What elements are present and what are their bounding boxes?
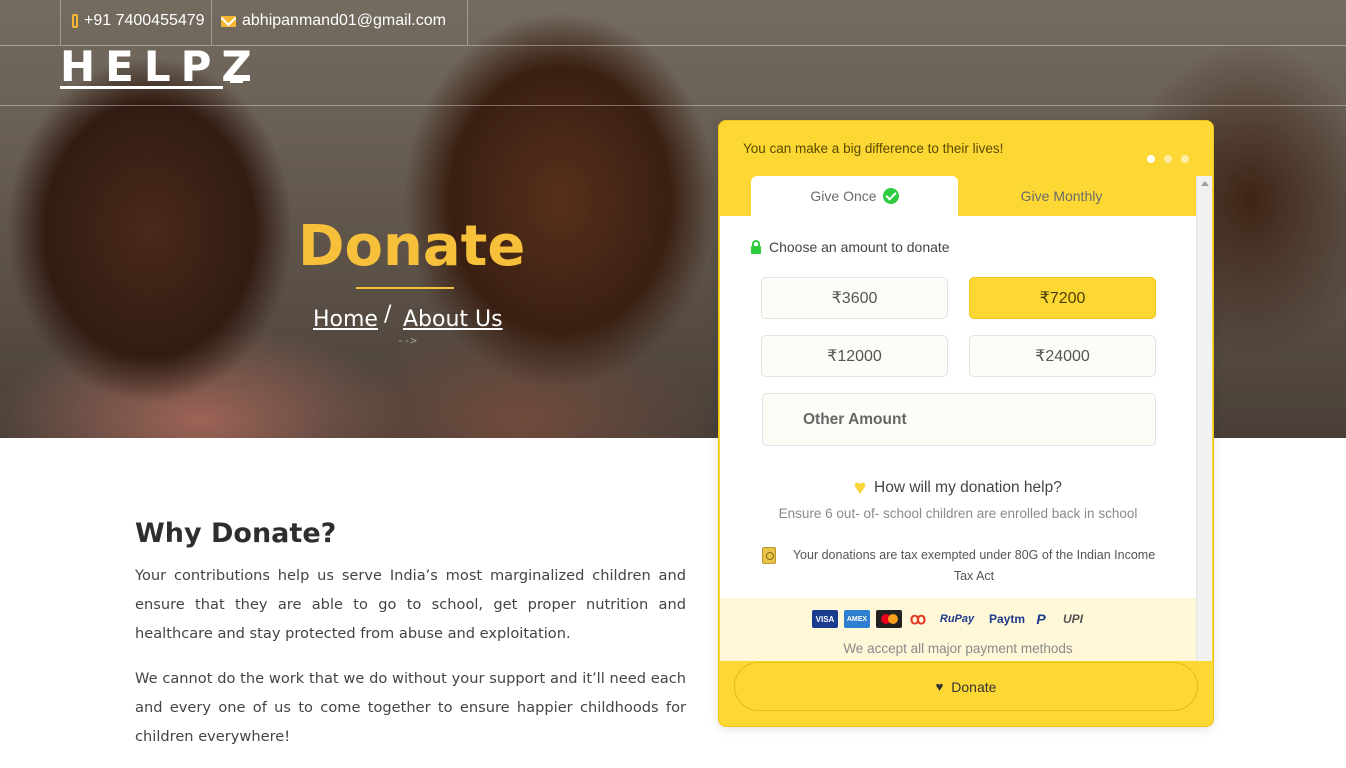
donation-form-panel: Choose an amount to donate ₹3600 ₹7200 ₹… — [720, 216, 1196, 661]
donation-help-answer: Ensure 6 out- of- school children are en… — [778, 506, 1138, 521]
other-amount-input[interactable]: Other Amount — [762, 393, 1156, 446]
amount-option-12000[interactable]: ₹12000 — [761, 335, 948, 377]
mail-icon — [221, 15, 236, 27]
tax-note-text: Your donations are tax exempted under 80… — [792, 548, 1156, 583]
tab-give-once[interactable]: Give Once — [751, 176, 958, 216]
header-divider — [0, 105, 1346, 106]
site-logo[interactable]: HELPZ — [60, 42, 262, 91]
amount-option-24000[interactable]: ₹24000 — [969, 335, 1156, 377]
payment-note: We accept all major payment methods — [843, 641, 1073, 656]
paytm-logo: Paytm — [988, 612, 1026, 626]
breadcrumb-arrow: --> — [397, 334, 417, 347]
payment-methods-strip: VISA AMEX ꝏ RuPay Paytm P UPI We accept … — [720, 598, 1196, 661]
why-donate-paragraph: Your contributions help us serve India’s… — [135, 567, 686, 642]
tab-label: Give Once — [810, 188, 877, 204]
lock-icon — [751, 239, 761, 254]
certificate-icon — [762, 547, 776, 564]
breadcrumb-home[interactable]: Home — [313, 307, 378, 332]
topbar-separator — [211, 0, 212, 45]
tab-give-monthly[interactable]: Give Monthly — [958, 176, 1165, 216]
topbar-separator — [467, 0, 468, 45]
amount-option-3600[interactable]: ₹3600 — [761, 277, 948, 319]
slide-dot[interactable] — [1181, 155, 1189, 163]
heart-icon: ♥ — [935, 679, 944, 694]
paypal-logo: P — [1036, 611, 1046, 627]
heart-icon: ♥ — [854, 477, 867, 499]
payment-logos: VISA AMEX ꝏ RuPay Paytm P UPI — [812, 610, 1092, 628]
visa-logo: VISA — [812, 610, 838, 628]
tax-exemption-note: Your donations are tax exempted under 80… — [762, 545, 1162, 587]
donation-widget: You can make a big difference to their l… — [718, 120, 1214, 727]
donate-button-label: Donate — [951, 678, 997, 695]
airtel-logo: ꝏ — [909, 611, 927, 628]
breadcrumb-about-us[interactable]: About Us — [403, 307, 503, 332]
mastercard-logo — [876, 610, 902, 628]
rupay-logo: RuPay — [939, 613, 975, 625]
why-donate-paragraph: We cannot do the work that we do without… — [135, 670, 686, 745]
donation-help-question: ♥ How will my donation help? — [720, 478, 1196, 498]
title-underline — [356, 287, 454, 289]
topbar-separator — [60, 0, 61, 45]
breadcrumb-separator: / — [384, 302, 392, 327]
slide-dot[interactable] — [1147, 155, 1155, 163]
tab-label: Give Monthly — [1020, 188, 1103, 204]
why-donate-heading: Why Donate? — [135, 518, 337, 549]
slide-dot[interactable] — [1164, 155, 1172, 163]
scroll-up-arrow-icon[interactable] — [1201, 181, 1209, 186]
choose-amount-text: Choose an amount to donate — [769, 239, 950, 255]
topbar-phone[interactable]: +91 7400455479 — [72, 12, 205, 30]
widget-heading: You can make a big difference to their l… — [743, 141, 1004, 156]
phone-icon — [72, 14, 78, 28]
email-address: abhipanmand01@gmail.com — [242, 12, 446, 29]
scrollbar[interactable] — [1196, 176, 1212, 661]
amount-option-7200[interactable]: ₹7200 — [969, 277, 1156, 319]
logo-cursor — [230, 80, 243, 83]
phone-number: +91 7400455479 — [84, 12, 205, 29]
donate-button[interactable]: ♥ Donate — [734, 662, 1198, 711]
help-question-text: How will my donation help? — [874, 479, 1062, 496]
choose-amount-label: Choose an amount to donate — [751, 239, 950, 255]
page-title: Donate — [298, 214, 526, 279]
amex-logo: AMEX — [844, 610, 870, 628]
check-circle-icon — [882, 188, 899, 204]
upi-logo: UPI — [1062, 612, 1083, 626]
logo-underline — [60, 86, 223, 89]
topbar-email[interactable]: abhipanmand01@gmail.com — [221, 12, 446, 30]
